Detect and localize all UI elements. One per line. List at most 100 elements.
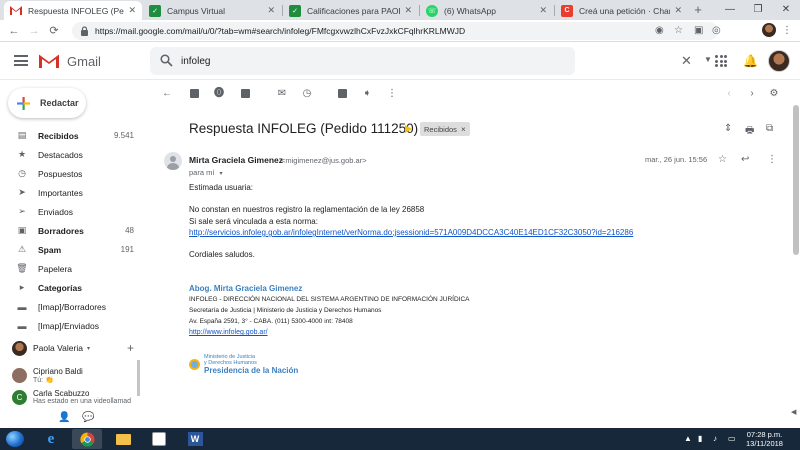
- address-bar[interactable]: https://mail.google.com/mail/u/0/?tab=wm…: [72, 22, 718, 40]
- browser-tab[interactable]: ☏ (6) WhatsApp ✕: [420, 1, 553, 20]
- main-menu-icon[interactable]: [14, 55, 28, 66]
- system-clock[interactable]: 07:28 p.m. 13/11/2018: [746, 430, 783, 448]
- search-icon[interactable]: [160, 54, 173, 67]
- scroll-down-icon[interactable]: ◀: [791, 408, 796, 416]
- sidebar-item-drafts[interactable]: ▣ Borradores 48: [0, 221, 140, 240]
- recipient-line[interactable]: para mí ▾: [189, 168, 223, 177]
- network-icon[interactable]: ▮: [698, 434, 702, 443]
- cast-icon[interactable]: ◎: [712, 23, 721, 39]
- maximize-button[interactable]: ❐: [744, 0, 772, 20]
- archive-icon[interactable]: [187, 87, 201, 101]
- reload-icon[interactable]: ⟳: [46, 23, 62, 39]
- new-tab-button[interactable]: +: [690, 2, 706, 18]
- sidebar-item-starred[interactable]: ★ Destacados: [0, 145, 140, 164]
- browser-tab[interactable]: ✓ Calificaciones para PAOLA VAL ✕: [283, 1, 418, 20]
- sidebar-item-categories[interactable]: ▸ Categorías: [0, 278, 140, 297]
- sidebar-item-imap-sent[interactable]: ▬ [Imap]/Enviados: [0, 316, 140, 335]
- mark-unread-icon[interactable]: ✉: [275, 87, 289, 101]
- close-tab-icon[interactable]: ✕: [267, 5, 275, 16]
- notifications-icon[interactable]: 🔔: [743, 54, 758, 68]
- hangouts-contact[interactable]: Cipriano Baldi Tú: 👏: [0, 364, 145, 386]
- file-explorer-icon[interactable]: [108, 429, 138, 449]
- back-to-list-icon[interactable]: ←: [160, 87, 174, 101]
- report-spam-icon[interactable]: ⓿: [212, 87, 226, 101]
- settings-gear-icon[interactable]: ⚙: [767, 87, 781, 101]
- chevron-down-icon[interactable]: ▾: [220, 171, 223, 177]
- search-bar[interactable]: infoleg ✕ ▼: [150, 47, 712, 75]
- internet-explorer-icon[interactable]: e: [36, 429, 66, 449]
- signature-name: Abog. Mirta Graciela Gimenez: [189, 284, 303, 293]
- more-options-icon[interactable]: ⋮: [385, 87, 399, 101]
- sidebar-item-snoozed[interactable]: ◷ Pospuestos: [0, 164, 140, 183]
- open-new-window-icon[interactable]: ⧉: [766, 123, 773, 134]
- browser-tab[interactable]: Respuesta INFOLEG (Pedido 111 ✕: [4, 1, 142, 20]
- sender-avatar: [164, 152, 182, 170]
- close-tab-icon[interactable]: ✕: [404, 5, 412, 16]
- reply-icon[interactable]: ↩: [741, 154, 749, 165]
- close-tab-icon[interactable]: ✕: [128, 5, 136, 16]
- close-tab-icon[interactable]: ✕: [539, 5, 547, 16]
- hangouts-user[interactable]: Paola Valeria ▾ +: [0, 338, 145, 358]
- compose-button[interactable]: Redactar: [8, 88, 86, 118]
- eye-icon[interactable]: ◉: [655, 23, 664, 39]
- minimize-button[interactable]: —: [716, 0, 744, 20]
- sidebar-item-sent[interactable]: ➢ Enviados: [0, 202, 140, 221]
- sidebar-scrollbar[interactable]: [137, 360, 140, 396]
- word-icon[interactable]: W: [180, 429, 210, 449]
- sidebar-item-important[interactable]: ➤ Importantes: [0, 183, 140, 202]
- newer-icon[interactable]: ‹: [722, 87, 736, 101]
- bookmark-star-icon[interactable]: ☆: [674, 23, 683, 39]
- volume-icon[interactable]: ♪: [713, 434, 717, 443]
- expand-all-icon[interactable]: ⇕: [724, 123, 732, 134]
- snooze-icon[interactable]: ◷: [300, 87, 314, 101]
- gmail-logo-icon[interactable]: [38, 53, 60, 69]
- label-chip[interactable]: Recibidos ×: [420, 122, 470, 136]
- new-chat-icon[interactable]: +: [127, 341, 134, 355]
- sender-name[interactable]: Mirta Graciela Gimenez: [189, 155, 283, 165]
- account-avatar[interactable]: [768, 50, 790, 72]
- sidebar-item-spam[interactable]: ⚠ Spam 191: [0, 240, 140, 259]
- browser-tab[interactable]: C Creá una petición · Change.org ✕: [555, 1, 688, 20]
- extension-icon[interactable]: ▣: [694, 23, 703, 39]
- clear-search-icon[interactable]: ✕: [681, 53, 692, 69]
- message-more-icon[interactable]: ⋮: [767, 154, 777, 165]
- main-scrollbar[interactable]: [793, 105, 799, 255]
- battery-icon[interactable]: ▭: [728, 434, 736, 443]
- paint-icon[interactable]: [144, 429, 174, 449]
- spam-icon: ⚠: [17, 244, 27, 254]
- move-to-icon[interactable]: [335, 87, 349, 101]
- sidebar-item-inbox[interactable]: ▤ Recibidos 9.541: [0, 126, 140, 145]
- close-tab-icon[interactable]: ✕: [674, 5, 682, 16]
- star-icon[interactable]: ☆: [718, 154, 727, 165]
- search-input[interactable]: infoleg: [181, 56, 210, 67]
- sidebar-item-imap-drafts[interactable]: ▬ [Imap]/Borradores: [0, 297, 140, 316]
- important-marker-icon[interactable]: [405, 125, 412, 133]
- delete-icon[interactable]: [238, 87, 252, 101]
- chevron-down-icon[interactable]: ▾: [87, 345, 90, 352]
- older-icon[interactable]: ›: [745, 87, 759, 101]
- labels-icon[interactable]: ➧: [360, 87, 374, 101]
- website-link[interactable]: http://www.infoleg.gob.ar/: [189, 329, 268, 336]
- browser-profile-avatar[interactable]: [762, 23, 776, 37]
- star-icon: ★: [17, 149, 27, 159]
- norma-link[interactable]: http://servicios.infoleg.gob.ar/infolegI…: [189, 228, 633, 237]
- chrome-icon[interactable]: [72, 429, 102, 449]
- avatar: C: [12, 389, 27, 405]
- hangouts-contact[interactable]: C Carla Scabuzzo Has estado en una video…: [0, 386, 145, 408]
- apps-grid-icon[interactable]: [715, 55, 727, 67]
- back-arrow-icon[interactable]: ←: [6, 23, 22, 39]
- start-button[interactable]: [6, 431, 24, 447]
- remove-label-icon[interactable]: ×: [461, 125, 466, 134]
- hangouts-chat-icon[interactable]: 💬: [82, 412, 94, 423]
- print-icon[interactable]: 🖶: [745, 123, 754, 140]
- sun-emblem-icon: [189, 359, 200, 370]
- browser-menu-icon[interactable]: ⋮: [782, 23, 792, 39]
- browser-tab[interactable]: ✓ Campus Virtual ✕: [143, 1, 281, 20]
- sidebar-item-trash[interactable]: 🗑 Papelera: [0, 259, 140, 278]
- search-options-icon[interactable]: ▼: [704, 55, 712, 64]
- tray-arrow-icon[interactable]: ▲: [684, 434, 692, 443]
- person-icon[interactable]: 👤: [58, 412, 70, 423]
- forward-arrow-icon[interactable]: →: [26, 23, 42, 39]
- close-window-button[interactable]: ✕: [772, 0, 800, 20]
- trash-icon: 🗑: [16, 263, 28, 273]
